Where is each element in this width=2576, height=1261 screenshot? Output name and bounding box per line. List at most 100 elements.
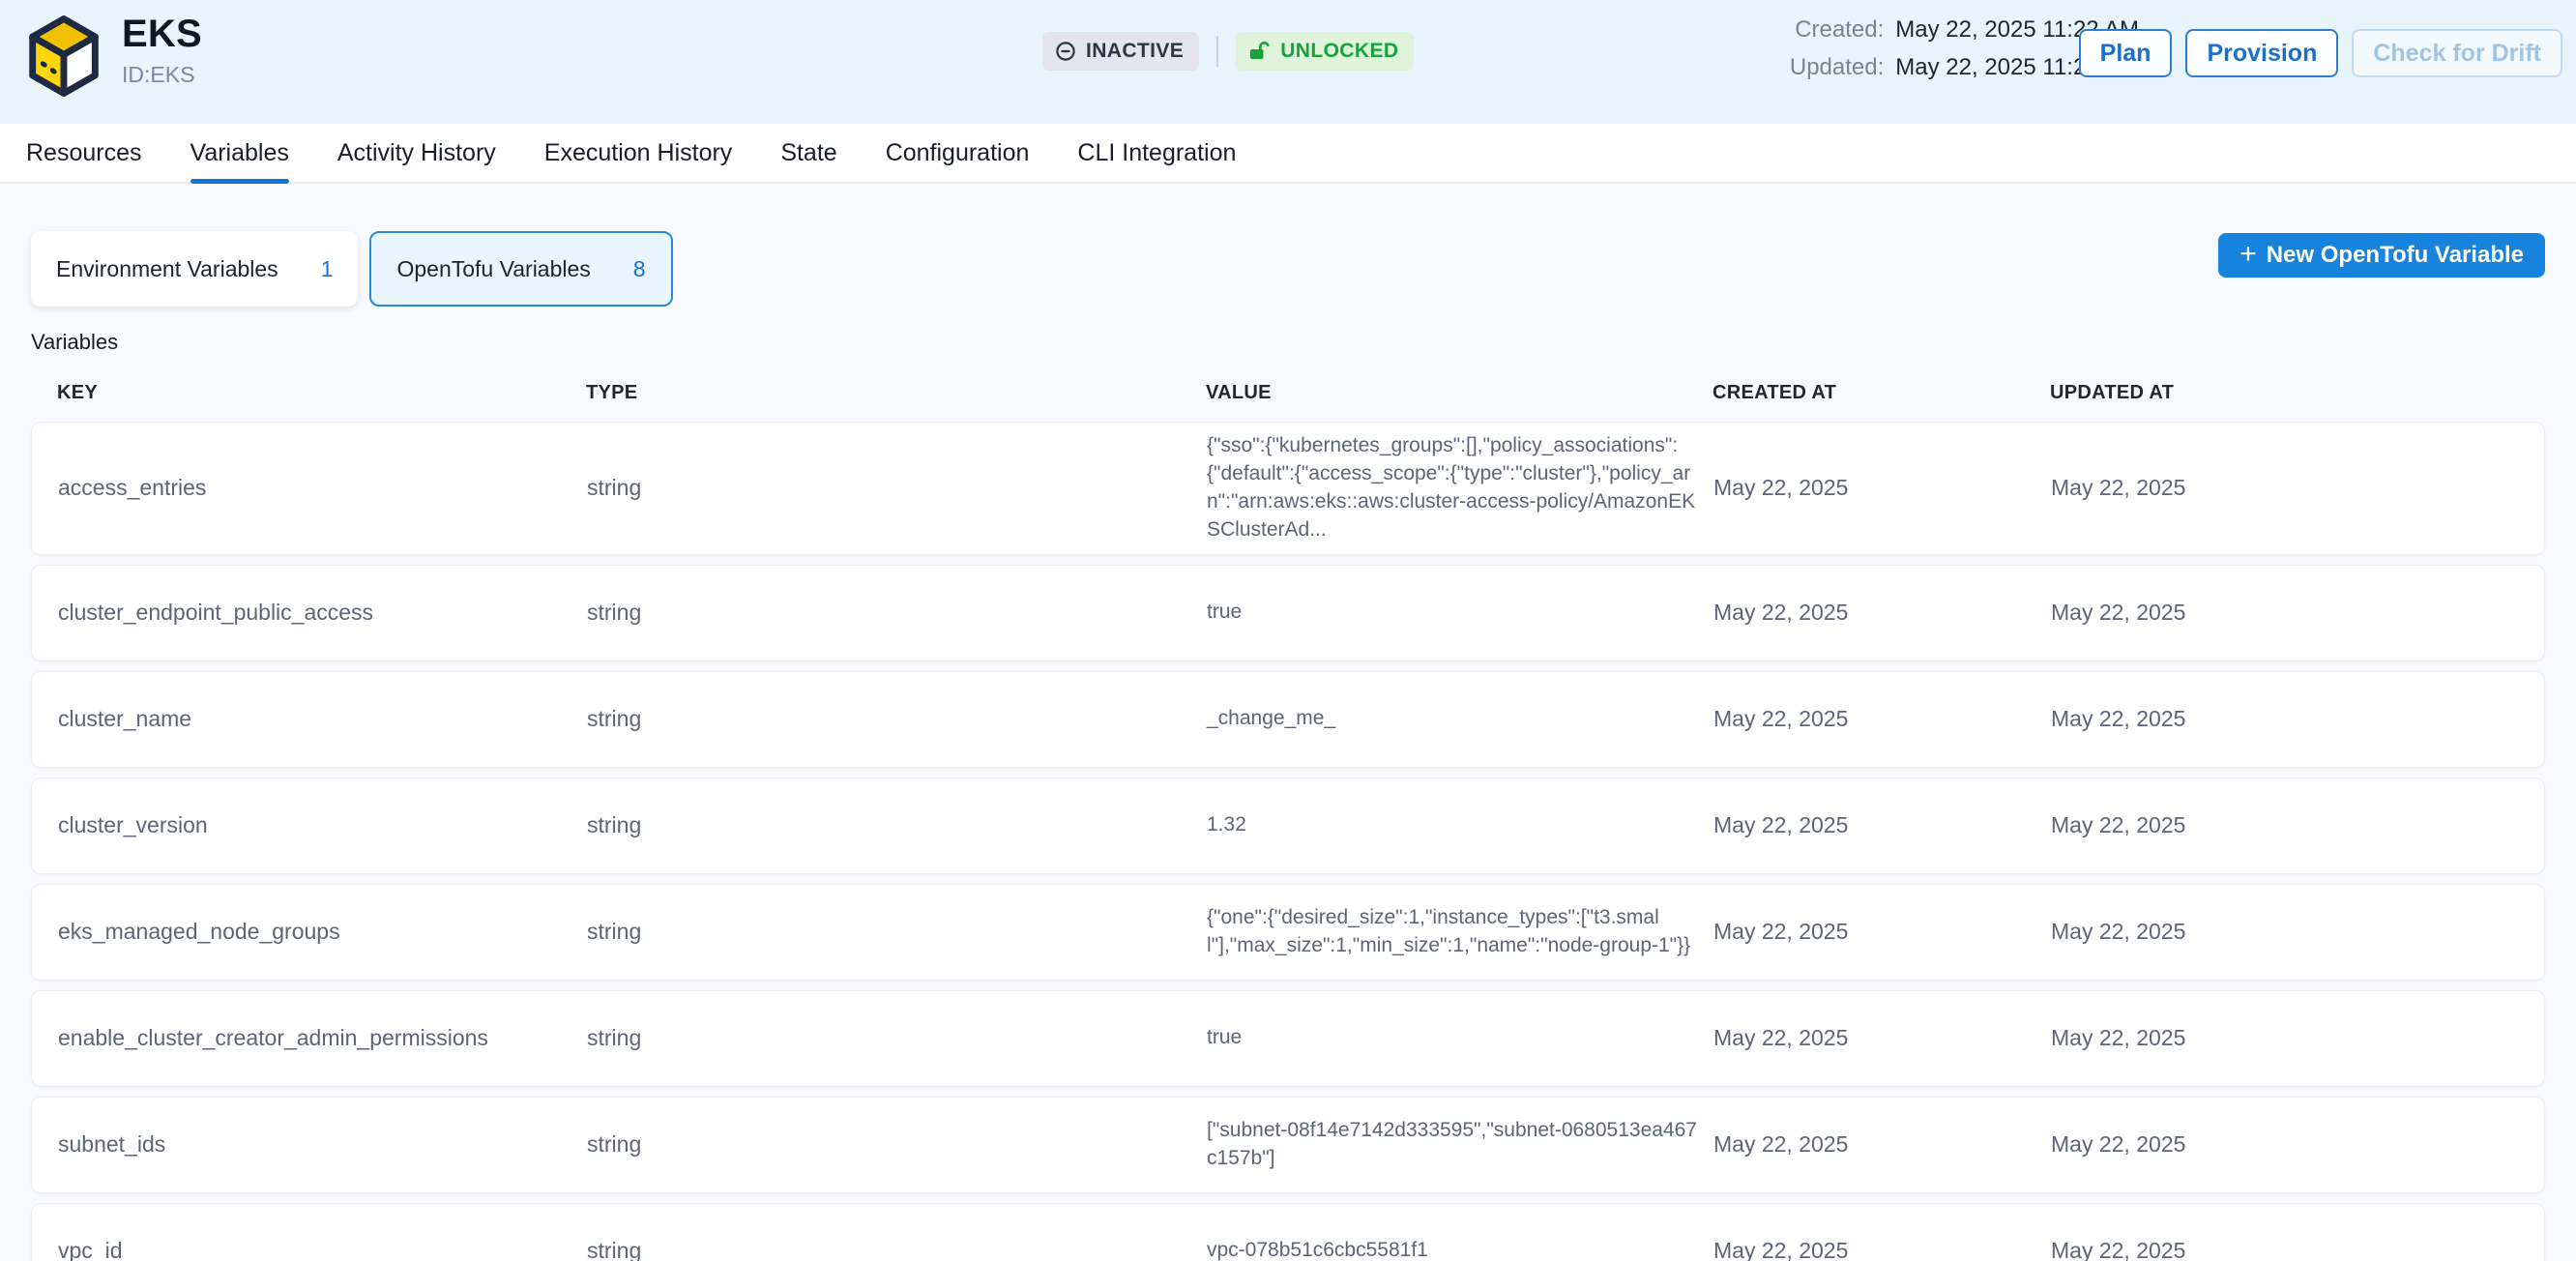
variable-value: ["subnet-08f14e7142d333595","subnet-0680… [1207, 1117, 1713, 1173]
subtab-environment-variables[interactable]: Environment Variables 1 [31, 231, 358, 307]
variable-key: eks_managed_node_groups [58, 919, 587, 945]
app-logo-icon [25, 14, 102, 103]
delete-variable-button[interactable] [2474, 596, 2509, 630]
main-tabbar: Resources Variables Activity History Exe… [0, 124, 2576, 184]
delete-variable-button[interactable] [2474, 702, 2509, 737]
edit-variable-button[interactable] [2409, 702, 2444, 737]
column-header-updated-at: UPDATED AT [2050, 382, 2332, 404]
variable-key: enable_cluster_creator_admin_permissions [58, 1025, 587, 1051]
delete-variable-button[interactable] [2474, 1021, 2509, 1056]
variable-type: string [587, 475, 1207, 501]
table-row: vpc_id string vpc-078b51c6cbc5581f1 May … [31, 1203, 2545, 1261]
variable-created-at: May 22, 2025 [1713, 475, 2051, 501]
row-actions [2333, 471, 2509, 506]
delete-variable-button[interactable] [2474, 915, 2509, 950]
row-actions [2333, 1021, 2509, 1056]
edit-variable-button[interactable] [2409, 596, 2444, 630]
variable-created-at: May 22, 2025 [1713, 1025, 2051, 1051]
plan-button[interactable]: Plan [2079, 29, 2173, 77]
variable-updated-at: May 22, 2025 [2051, 1238, 2333, 1261]
page-title: EKS [122, 14, 202, 54]
variable-key: vpc_id [58, 1238, 587, 1261]
header-actions: Plan Provision Check for Drift [2079, 29, 2562, 77]
variable-key: subnet_ids [58, 1131, 587, 1158]
variable-updated-at: May 22, 2025 [2051, 812, 2333, 838]
variable-key: access_entries [58, 475, 587, 501]
column-header-value: VALUE [1206, 382, 1712, 404]
variable-updated-at: May 22, 2025 [2051, 475, 2333, 501]
row-actions [2333, 808, 2509, 843]
status-badges: INACTIVE UNLOCKED [1042, 32, 1414, 71]
lock-status-badge: UNLOCKED [1236, 32, 1414, 71]
variable-key: cluster_endpoint_public_access [58, 600, 587, 626]
variable-updated-at: May 22, 2025 [2051, 919, 2333, 945]
variable-type: string [587, 812, 1207, 838]
variable-updated-at: May 22, 2025 [2051, 600, 2333, 626]
status-badge: INACTIVE [1042, 32, 1199, 71]
edit-variable-button[interactable] [2409, 471, 2444, 506]
subtab-opentofu-variables[interactable]: OpenTofu Variables 8 [369, 231, 672, 307]
delete-variable-button[interactable] [2474, 1128, 2509, 1162]
table-row: cluster_endpoint_public_access string tr… [31, 565, 2545, 661]
variable-created-at: May 22, 2025 [1713, 1238, 2051, 1261]
table-row: access_entries string {"sso":{"kubernete… [31, 422, 2545, 555]
variable-updated-at: May 22, 2025 [2051, 1131, 2333, 1158]
variable-type: string [587, 706, 1207, 732]
edit-variable-button[interactable] [2409, 915, 2444, 950]
updated-label: Updated: [1790, 54, 1884, 82]
variable-value: true [1207, 599, 1713, 627]
divider [1216, 36, 1218, 67]
variable-type: string [587, 600, 1207, 626]
variables-subtabs: Environment Variables 1 OpenTofu Variabl… [31, 231, 2545, 307]
tab-state[interactable]: State [780, 124, 836, 182]
tab-variables[interactable]: Variables [190, 124, 289, 182]
variable-value: {"one":{"desired_size":1,"instance_types… [1207, 904, 1713, 960]
provision-button[interactable]: Provision [2185, 29, 2338, 77]
minus-circle-icon [1054, 40, 1077, 63]
edit-variable-button[interactable] [2409, 808, 2444, 843]
section-title: Variables [31, 330, 2545, 355]
tab-execution-history[interactable]: Execution History [544, 124, 733, 182]
tab-configuration[interactable]: Configuration [886, 124, 1030, 182]
row-actions [2333, 1128, 2509, 1162]
stack-id: ID:EKS [122, 62, 202, 88]
edit-variable-button[interactable] [2409, 1234, 2444, 1261]
variable-value: {"sso":{"kubernetes_groups":[],"policy_a… [1207, 432, 1713, 544]
variable-value: 1.32 [1207, 811, 1713, 839]
table-header: KEY TYPE VALUE CREATED AT UPDATED AT [31, 382, 2545, 404]
variable-created-at: May 22, 2025 [1713, 812, 2051, 838]
stack-header: EKS ID:EKS INACTIVE UNLOCKED Created: [0, 0, 2576, 124]
column-header-key: KEY [57, 382, 586, 404]
row-actions [2333, 915, 2509, 950]
plus-icon: + [2239, 240, 2257, 269]
delete-variable-button[interactable] [2474, 808, 2509, 843]
table-row: cluster_version string 1.32 May 22, 2025… [31, 777, 2545, 874]
variable-type: string [587, 1025, 1207, 1051]
column-header-created-at: CREATED AT [1712, 382, 2050, 404]
tab-cli-integration[interactable]: CLI Integration [1077, 124, 1236, 182]
subtab-count-badge: 1 [321, 256, 334, 282]
created-label: Created: [1790, 16, 1884, 44]
variable-value: vpc-078b51c6cbc5581f1 [1207, 1237, 1713, 1261]
edit-variable-button[interactable] [2409, 1128, 2444, 1162]
delete-variable-button[interactable] [2474, 1234, 2509, 1261]
variable-type: string [587, 1131, 1207, 1158]
variable-key: cluster_name [58, 706, 587, 732]
variable-value: _change_me_ [1207, 705, 1713, 733]
check-for-drift-button[interactable]: Check for Drift [2352, 29, 2562, 77]
subtab-label: Environment Variables [56, 256, 278, 282]
variable-value: true [1207, 1024, 1713, 1052]
edit-variable-button[interactable] [2409, 1021, 2444, 1056]
subtab-count-badge: 8 [633, 256, 646, 282]
new-opentofu-variable-button[interactable]: + New OpenTofu Variable [2218, 233, 2545, 278]
row-actions [2333, 596, 2509, 630]
column-header-type: TYPE [586, 382, 1206, 404]
variable-updated-at: May 22, 2025 [2051, 706, 2333, 732]
tab-resources[interactable]: Resources [26, 124, 142, 182]
variables-table-body: access_entries string {"sso":{"kubernete… [31, 422, 2545, 1261]
table-row: enable_cluster_creator_admin_permissions… [31, 990, 2545, 1087]
brand: EKS ID:EKS [25, 14, 202, 103]
delete-variable-button[interactable] [2474, 471, 2509, 506]
table-row: subnet_ids string ["subnet-08f14e7142d33… [31, 1097, 2545, 1193]
tab-activity-history[interactable]: Activity History [337, 124, 496, 182]
